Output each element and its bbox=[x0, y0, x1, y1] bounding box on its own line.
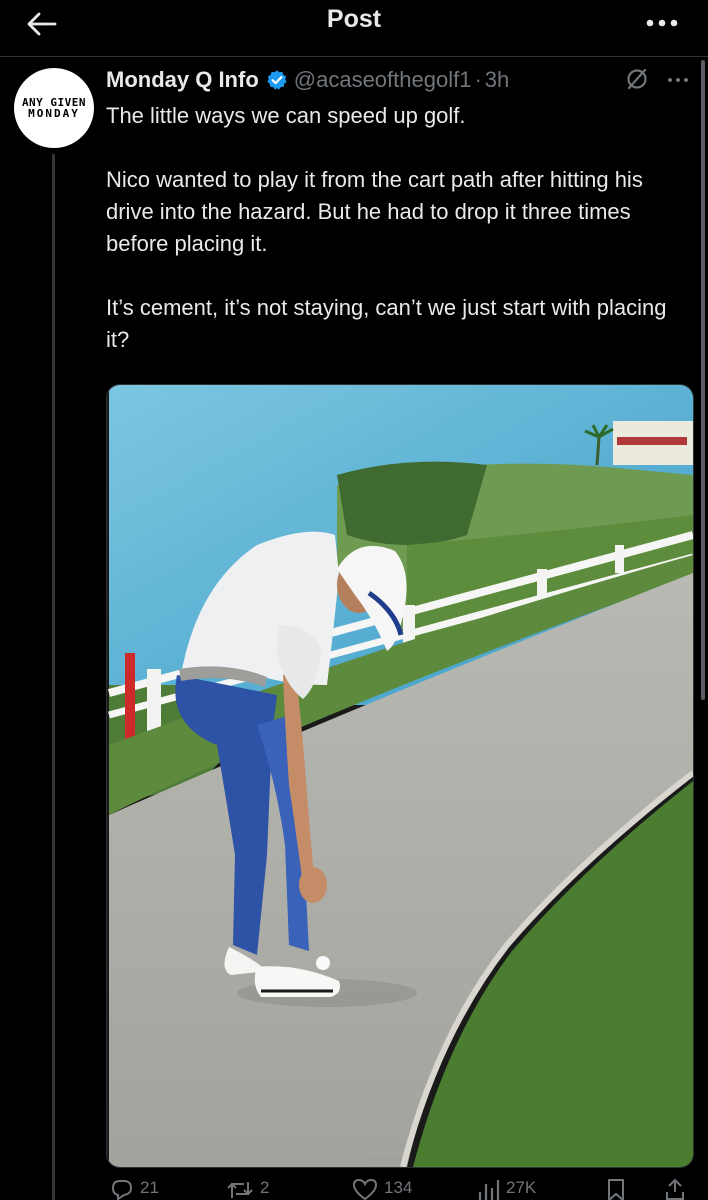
more-horizontal-icon bbox=[646, 19, 678, 27]
separator-dot: · bbox=[474, 67, 482, 92]
reply-button[interactable]: 21 bbox=[110, 1178, 159, 1200]
tweet-paragraph: It’s cement, it’s not staying, can’t we … bbox=[106, 295, 667, 352]
bookmark-button[interactable] bbox=[606, 1178, 626, 1200]
repost-count: 2 bbox=[260, 1178, 270, 1197]
media-watermark: element bbox=[369, 1153, 402, 1163]
views-icon bbox=[478, 1180, 500, 1200]
repost-button[interactable]: 2 bbox=[226, 1178, 269, 1200]
display-name[interactable]: Monday Q Info bbox=[106, 67, 259, 93]
tweet-header: Monday Q Info @acaseofthegolf1 · 3h bbox=[106, 64, 696, 96]
action-bar: 21 2 134 27K bbox=[106, 1178, 696, 1200]
bookmark-icon bbox=[608, 1179, 624, 1200]
tweet-media-image[interactable]: element bbox=[106, 384, 694, 1168]
repost-icon bbox=[227, 1182, 253, 1198]
page-title: Post bbox=[326, 5, 382, 33]
verified-badge-icon bbox=[267, 70, 287, 90]
handle[interactable]: @acaseofthegolf1 bbox=[294, 67, 472, 93]
timestamp[interactable]: 3h bbox=[485, 67, 509, 93]
share-icon bbox=[666, 1178, 684, 1200]
tweet-more-icon[interactable] bbox=[666, 68, 690, 92]
like-button[interactable]: 134 bbox=[352, 1178, 412, 1200]
reply-count: 21 bbox=[140, 1178, 159, 1197]
more-options-button[interactable] bbox=[640, 8, 684, 38]
views-count: 27K bbox=[506, 1178, 537, 1197]
top-bar: Post bbox=[0, 0, 708, 57]
share-button[interactable] bbox=[664, 1178, 686, 1200]
thread-line bbox=[52, 154, 55, 1200]
like-count: 134 bbox=[384, 1178, 413, 1197]
golfer-photo: element bbox=[107, 385, 693, 1167]
reply-icon bbox=[111, 1180, 133, 1200]
views-button[interactable]: 27K bbox=[476, 1178, 536, 1200]
tweet-text: The little ways we can speed up golf. Ni… bbox=[106, 100, 686, 388]
tweet-paragraph: The little ways we can speed up golf. bbox=[106, 103, 466, 128]
avatar-text-line2: MONDAY bbox=[28, 107, 80, 120]
tweet-paragraph: Nico wanted to play it from the cart pat… bbox=[106, 167, 643, 256]
grok-icon[interactable] bbox=[624, 66, 650, 92]
heart-icon bbox=[352, 1178, 378, 1200]
scrollbar[interactable] bbox=[701, 60, 705, 700]
avatar[interactable]: ANY GIVEN MONDAY bbox=[14, 68, 94, 148]
